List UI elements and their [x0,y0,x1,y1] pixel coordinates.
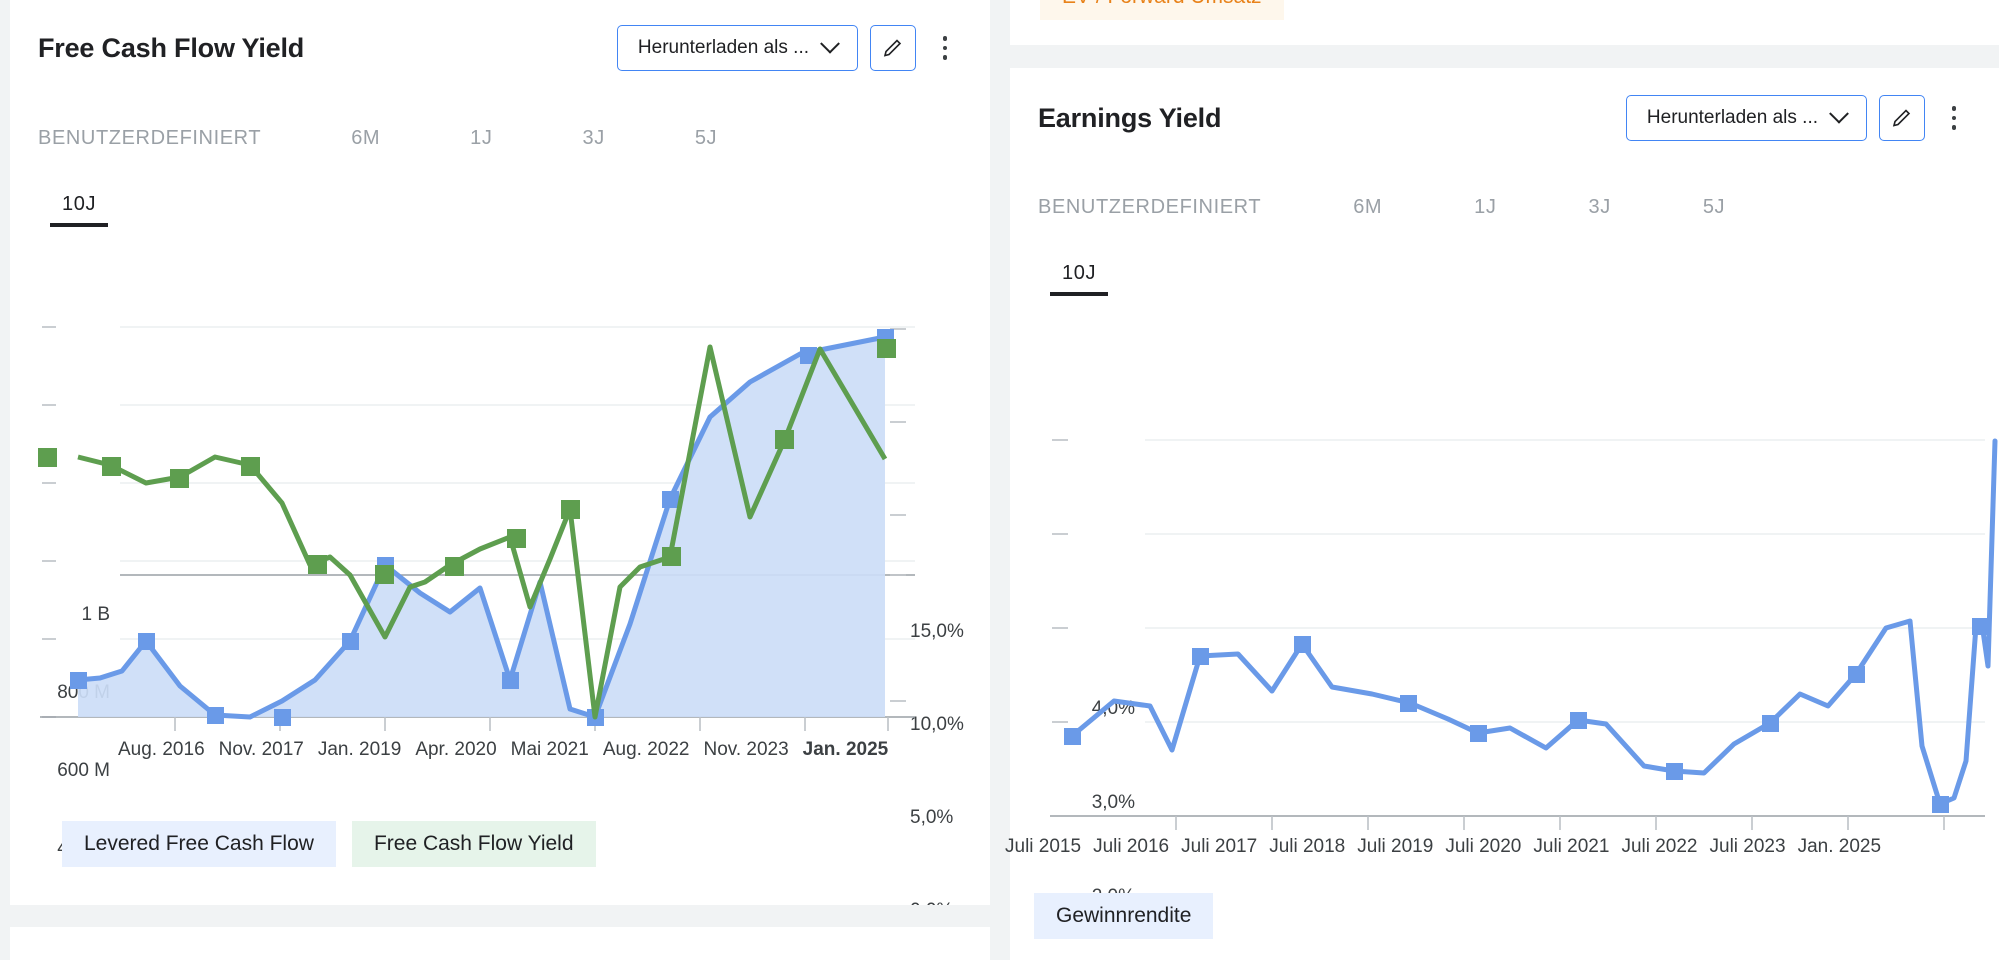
series-gewinnrendite-line [1069,438,1998,807]
y-axis-left-ticks [42,326,56,718]
x-tick-last: Jan. 2025 [802,739,889,760]
left-chart-x-labels: Aug. 2016 Nov. 2017 Jan. 2019 Apr. 2020 … [118,739,888,761]
legend-chip-ev-forward-revenue[interactable]: EV / Forward Umsatz [1040,0,1284,20]
x-axis-ticks [1175,816,1945,830]
left-card-header-actions: Herunterladen als ... [616,25,962,71]
edit-button[interactable] [870,25,916,71]
kebab-dot [1951,106,1957,111]
kebab-dot [942,55,948,60]
next-card-top-edge [10,927,990,960]
download-as-button[interactable]: Herunterladen als ... [616,25,858,71]
range-tab-10j[interactable]: 10J [1049,262,1109,296]
right-chart-plot [1050,438,1998,830]
range-tab-3j[interactable]: 3J [583,127,605,158]
download-as-button[interactable]: Herunterladen als ... [1625,95,1867,141]
right-range-tabs-row2: 10J [1049,262,1109,296]
screen-root: EV / Forward Umsatz Free Cash Flow Yield… [0,0,1999,960]
free-cash-flow-yield-card: Free Cash Flow Yield Herunterladen als .… [10,0,990,937]
legend-chip-levered-free-cash-flow[interactable]: Levered Free Cash Flow [62,821,336,867]
download-as-label: Herunterladen als ... [637,37,809,58]
x-tick: Juli 2019 [1357,836,1434,857]
range-tab-benutzerdefiniert[interactable]: BENUTZERDEFINIERT [38,127,261,158]
y-axis-right-tick: 5,0% [910,807,954,828]
legend-chip-gewinnrendite[interactable]: Gewinnrendite [1034,893,1214,939]
left-range-tabs: BENUTZERDEFINIERT 6M 1J 3J 5J [38,127,918,158]
range-tab-10j[interactable]: 10J [49,193,109,227]
left-card-title: Free Cash Flow Yield [38,32,305,63]
earnings-yield-card: Earnings Yield Herunterladen als ... BEN… [1005,68,1999,960]
range-tab-1j[interactable]: 1J [1474,196,1496,227]
x-tick: Juli 2017 [1181,836,1258,857]
partial-legend-wrap: EV / Forward Umsatz [1040,0,1284,20]
kebab-dot [942,45,948,51]
pencil-icon [883,39,902,57]
left-chart: 1 B 800 M 600 M 400 M 200 M 0 K 15,0% 10… [10,287,990,937]
x-tick: Aug. 2016 [118,739,205,760]
x-tick-last: Jan. 2025 [1797,836,1882,857]
left-card-header: Free Cash Flow Yield Herunterladen als .… [38,25,962,71]
kebab-dot [1951,115,1957,121]
x-tick: Juli 2021 [1533,836,1610,857]
left-chart-legend: Levered Free Cash Flow Free Cash Flow Yi… [62,821,596,867]
range-tab-5j[interactable]: 5J [695,127,717,158]
range-tab-1j[interactable]: 1J [470,127,492,158]
x-tick: Apr. 2020 [415,739,497,760]
legend-chip-free-cash-flow-yield[interactable]: Free Cash Flow Yield [351,821,596,867]
right-range-tabs: BENUTZERDEFINIERT 6M 1J 3J 5J [1038,196,1938,227]
pencil-icon [1892,109,1911,127]
x-tick: Juli 2015 [1005,836,1082,857]
x-tick: Juli 2016 [1093,836,1170,857]
x-tick: Juli 2022 [1621,836,1698,857]
y-axis-left-tick: 600 M [57,760,110,781]
kebab-dot [1951,125,1957,130]
panel-divider-gap [1010,45,1999,68]
x-tick: Mai 2021 [510,739,589,760]
x-tick: Juli 2020 [1445,836,1522,857]
right-chart-legend: Gewinnrendite [1034,893,1214,939]
right-chart-x-labels: Juli 2015 Juli 2016 Juli 2017 Juli 2018 … [1005,836,1881,858]
chevron-down-icon [1829,103,1849,124]
right-card-header: Earnings Yield Herunterladen als ... [1038,95,1971,141]
more-options-button[interactable] [928,25,962,71]
kebab-dot [942,36,948,41]
left-range-tabs-row2: 10J [49,193,109,227]
edit-button[interactable] [1879,95,1925,141]
range-tab-benutzerdefiniert[interactable]: BENUTZERDEFINIERT [1038,196,1261,227]
more-options-button[interactable] [1937,95,1971,141]
series-levered-free-cash-flow-area [78,337,885,717]
y-axis-ticks [1052,439,1068,723]
x-tick: Juli 2018 [1269,836,1346,857]
series-gewinnrendite-markers [1064,618,1989,813]
range-tab-3j[interactable]: 3J [1589,196,1611,227]
range-tab-5j[interactable]: 5J [1703,196,1725,227]
right-chart: 4,0% 3,0% 2,0% 1,0% 0,0% [1005,336,1999,907]
right-card-title: Earnings Yield [1038,102,1222,133]
x-tick: Aug. 2022 [602,739,690,760]
left-panel-bottom-gap [10,905,990,927]
x-tick: Juli 2023 [1709,836,1786,857]
x-tick: Jan. 2019 [317,739,402,760]
chevron-down-icon [820,33,840,54]
range-tab-6m[interactable]: 6M [351,127,380,158]
x-tick: Nov. 2017 [218,739,304,760]
right-card-header-actions: Herunterladen als ... [1625,95,1971,141]
x-tick: Nov. 2023 [703,739,789,760]
y-axis-right-ticks [890,328,906,702]
download-as-label: Herunterladen als ... [1646,107,1818,128]
left-chart-plot [38,326,915,731]
range-tab-6m[interactable]: 6M [1353,196,1382,227]
